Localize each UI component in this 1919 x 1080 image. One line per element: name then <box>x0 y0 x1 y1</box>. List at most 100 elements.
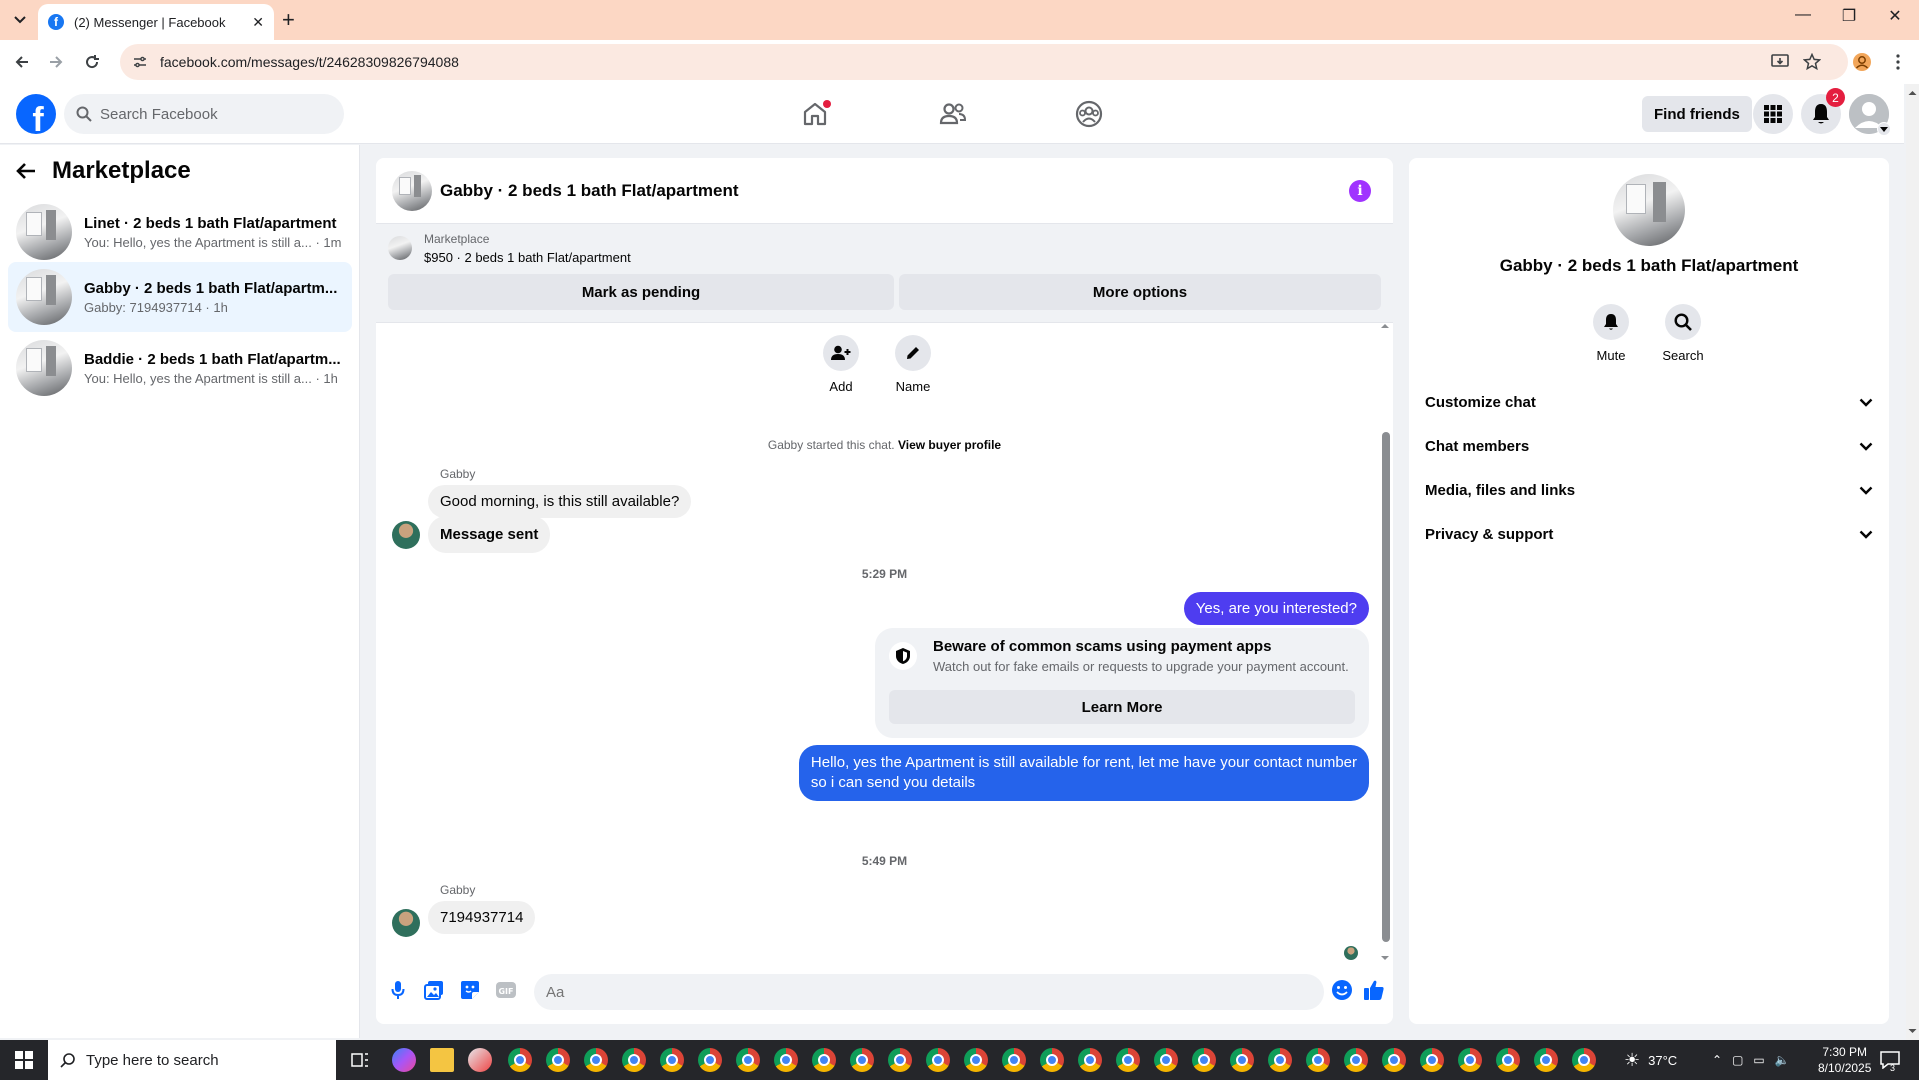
back-arrow-icon[interactable] <box>16 162 36 180</box>
install-app-icon[interactable] <box>1768 50 1792 74</box>
learn-more-button[interactable]: Learn More <box>889 690 1355 724</box>
chrome-icon[interactable] <box>1154 1048 1178 1072</box>
more-options-button[interactable]: More options <box>899 274 1381 310</box>
page-scrollbar[interactable] <box>1906 84 1919 1040</box>
emoji-icon[interactable] <box>1330 978 1354 1002</box>
chrome-icon[interactable] <box>698 1048 722 1072</box>
chrome-icon[interactable] <box>812 1048 836 1072</box>
chrome-icon[interactable] <box>964 1048 988 1072</box>
clock[interactable]: 7:30 PM 8/10/2025 <box>1818 1040 1871 1080</box>
restore-button[interactable]: ❐ <box>1826 6 1872 26</box>
chrome-icon[interactable] <box>1458 1048 1482 1072</box>
browser-tab-messenger[interactable]: f (2) Messenger | Facebook ✕ <box>38 4 274 40</box>
forward-icon[interactable] <box>44 50 68 74</box>
chrome-icon[interactable] <box>926 1048 950 1072</box>
minimize-button[interactable]: — <box>1780 6 1826 24</box>
notification-center-icon[interactable]: 3 <box>1880 1040 1905 1080</box>
sender-avatar[interactable] <box>392 909 420 937</box>
system-tray-icons[interactable]: ⌃ ▢ ▭ 🔈 <box>1712 1040 1790 1080</box>
notifications-button[interactable]: 2 <box>1801 88 1845 134</box>
chat-listing-thumbnail[interactable] <box>392 170 432 211</box>
chrome-icon[interactable] <box>1534 1048 1558 1072</box>
task-view-icon[interactable] <box>348 1048 372 1072</box>
conversation-linet[interactable]: Linet · 2 beds 1 bath Flat/apartment You… <box>8 197 352 267</box>
menu-grid-button[interactable] <box>1753 94 1793 134</box>
chrome-icon[interactable] <box>1230 1048 1254 1072</box>
info-icon[interactable]: i <box>1349 180 1371 202</box>
chrome-icon[interactable] <box>1306 1048 1330 1072</box>
privacy-support-row[interactable]: Privacy & support <box>1425 512 1873 556</box>
chrome-icon[interactable] <box>660 1048 684 1072</box>
mute-action[interactable]: Mute <box>1581 304 1641 363</box>
chat-title[interactable]: Gabby · 2 beds 1 bath Flat/apartment <box>440 181 739 201</box>
message-scrollbar[interactable] <box>1379 322 1391 962</box>
incoming-message[interactable]: 7194937714 <box>428 901 536 934</box>
page-scroll-down-icon[interactable] <box>1906 1026 1919 1036</box>
conversation-baddie[interactable]: Baddie · 2 beds 1 bath Flat/apartm... Yo… <box>8 333 352 403</box>
browser-menu-icon[interactable] <box>1886 50 1910 74</box>
copilot-icon[interactable] <box>392 1048 416 1072</box>
microphone-icon[interactable] <box>386 978 410 1002</box>
photo-icon[interactable] <box>422 978 446 1002</box>
chrome-icon[interactable] <box>546 1048 570 1072</box>
account-button[interactable] <box>1849 94 1891 136</box>
chrome-icon[interactable] <box>1382 1048 1406 1072</box>
profile-icon[interactable] <box>1850 50 1874 74</box>
chrome-icon[interactable] <box>1268 1048 1292 1072</box>
chrome-icon[interactable] <box>1344 1048 1368 1072</box>
paint-app-icon[interactable] <box>468 1048 492 1072</box>
back-icon[interactable] <box>10 50 34 74</box>
chrome-icon[interactable] <box>1192 1048 1216 1072</box>
close-window-button[interactable]: ✕ <box>1872 6 1918 26</box>
new-tab-button[interactable]: + <box>282 8 295 32</box>
volume-icon[interactable]: 🔈 <box>1775 1053 1790 1067</box>
chrome-icon[interactable] <box>1040 1048 1064 1072</box>
chrome-icon[interactable] <box>1572 1048 1596 1072</box>
nav-friends[interactable] <box>898 92 1008 136</box>
chrome-icon[interactable] <box>1496 1048 1520 1072</box>
file-explorer-icon[interactable] <box>430 1048 454 1072</box>
add-member-action[interactable]: Add <box>811 335 871 394</box>
media-files-links-row[interactable]: Media, files and links <box>1425 468 1873 512</box>
nav-home[interactable] <box>760 92 870 136</box>
incoming-message[interactable]: Good morning, is this still available? <box>428 485 692 518</box>
message-input[interactable] <box>534 974 1324 1010</box>
windows-start-icon[interactable] <box>0 1040 48 1080</box>
chrome-icon[interactable] <box>622 1048 646 1072</box>
chrome-icon[interactable] <box>850 1048 874 1072</box>
mark-as-pending-button[interactable]: Mark as pending <box>388 274 894 310</box>
network-icon[interactable]: ▭ <box>1753 1053 1764 1067</box>
thumbs-up-icon[interactable] <box>1362 978 1386 1002</box>
search-in-chat-action[interactable]: Search <box>1653 304 1713 363</box>
bookmark-star-icon[interactable] <box>1800 50 1824 74</box>
nav-groups[interactable] <box>1034 92 1144 136</box>
facebook-search-field[interactable]: Search Facebook <box>64 94 344 134</box>
weather-widget[interactable]: ☀ 37°C <box>1624 1040 1677 1080</box>
chrome-icon[interactable] <box>1078 1048 1102 1072</box>
close-tab-icon[interactable]: ✕ <box>252 14 264 31</box>
taskbar-search[interactable]: Type here to search <box>48 1040 336 1080</box>
page-scroll-up-icon[interactable] <box>1906 88 1919 98</box>
scrollbar-thumb[interactable] <box>1382 432 1390 942</box>
customize-chat-row[interactable]: Customize chat <box>1425 380 1873 424</box>
name-chat-action[interactable]: Name <box>883 335 943 394</box>
details-listing-thumbnail[interactable] <box>1613 174 1685 246</box>
chrome-icon[interactable] <box>584 1048 608 1072</box>
address-bar[interactable]: facebook.com/messages/t/2462830982679408… <box>120 44 1848 80</box>
chrome-icon[interactable] <box>508 1048 532 1072</box>
incoming-message[interactable]: Message sent <box>428 516 551 553</box>
reload-icon[interactable] <box>80 50 104 74</box>
chrome-icon[interactable] <box>1420 1048 1444 1072</box>
chrome-icon[interactable] <box>1116 1048 1140 1072</box>
conversation-gabby[interactable]: Gabby · 2 beds 1 bath Flat/apartm... Gab… <box>8 262 352 332</box>
tab-search-chevron-icon[interactable] <box>8 8 32 32</box>
chrome-icon[interactable] <box>1002 1048 1026 1072</box>
sticker-icon[interactable] <box>458 978 482 1002</box>
outgoing-message[interactable]: Hello, yes the Apartment is still availa… <box>798 745 1369 801</box>
scroll-up-icon[interactable] <box>1379 322 1391 330</box>
chat-members-row[interactable]: Chat members <box>1425 424 1873 468</box>
sender-avatar[interactable] <box>392 521 420 549</box>
gif-icon[interactable]: GIF <box>494 978 518 1002</box>
site-info-icon[interactable] <box>132 54 148 70</box>
view-buyer-profile-link[interactable]: View buyer profile <box>898 438 1001 452</box>
